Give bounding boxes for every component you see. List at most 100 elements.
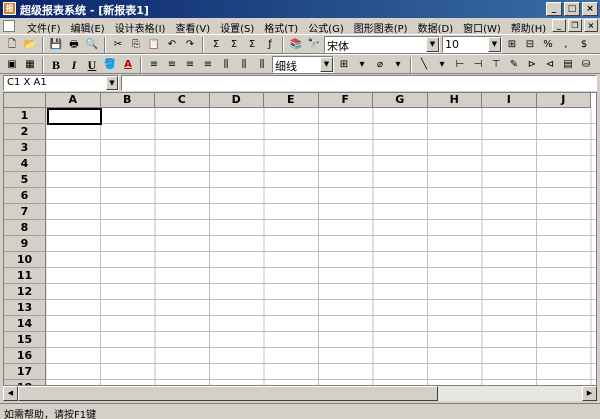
row-header[interactable]: 4 [4,156,46,172]
column-header[interactable]: F [318,93,373,108]
vertical-bottom-icon[interactable]: ⫼ [254,57,270,73]
align-center-icon[interactable]: ≡ [164,57,180,73]
delete-cell-icon[interactable]: ⊲ [542,57,558,73]
query-icon[interactable]: ◔ [596,57,600,73]
scroll-track[interactable] [18,386,582,401]
italic-button[interactable]: I [66,57,82,73]
undo-icon[interactable]: ↶ [164,37,180,53]
database-icon[interactable]: ⛁ [578,57,594,73]
redo-icon[interactable]: ↷ [182,37,198,53]
column-header[interactable]: C [155,93,210,108]
chevron-down-icon[interactable]: ▼ [426,37,439,52]
eraser-icon[interactable]: ⌀ [372,57,388,73]
align-justify-icon[interactable]: ≡ [200,57,216,73]
open-folder-icon[interactable]: 📂 [22,37,38,53]
row-header[interactable]: 1 [4,108,46,124]
thousands-format-icon[interactable]: , [558,37,574,53]
pen-icon[interactable]: ✎ [506,57,522,73]
document-icon[interactable] [3,20,15,32]
grid-mode-icon[interactable]: ▦ [22,57,38,73]
find-icon[interactable]: 🔭 [306,37,322,53]
bold-button[interactable]: B [48,57,64,73]
scroll-left-icon[interactable]: ◀ [3,386,18,401]
chevron-down-icon[interactable]: ▼ [320,57,333,72]
row-header[interactable]: 3 [4,140,46,156]
row-header[interactable]: 11 [4,268,46,284]
merge-cells-icon[interactable]: ⊞ [504,37,520,53]
line-style-select[interactable]: 细线 ▼ [272,56,334,73]
formula-input[interactable] [121,75,597,91]
diagonal-line-icon[interactable]: ╲ [416,57,432,73]
library-icon[interactable]: 📚 [288,37,304,53]
sum-column-icon[interactable]: Σ [226,37,242,53]
new-file-icon[interactable]: 🗋 [4,37,20,53]
paste-icon[interactable]: 📋 [146,37,162,53]
close-button[interactable]: × [582,2,598,16]
row-header[interactable]: 16 [4,348,46,364]
row-header[interactable]: 8 [4,220,46,236]
chevron-down-icon[interactable]: ▼ [106,76,118,90]
underline-button[interactable]: U [84,57,100,73]
fill-color-icon[interactable]: 🪣 [102,57,118,73]
column-header[interactable]: B [100,93,155,108]
horizontal-scrollbar[interactable]: ◀ ▶ [3,386,597,401]
row-header[interactable]: 10 [4,252,46,268]
insert-row-icon[interactable]: ⊢ [452,57,468,73]
scroll-right-icon[interactable]: ▶ [582,386,597,401]
row-header[interactable]: 17 [4,364,46,380]
border-icon[interactable]: ⊞ [336,57,352,73]
font-color-icon[interactable]: A [120,57,136,73]
app-icon[interactable]: 报 [3,2,16,15]
column-header[interactable]: H [427,93,482,108]
split-cells-icon[interactable]: ⊟ [522,37,538,53]
font-name-select[interactable]: 宋体 ▼ [324,36,440,53]
column-header[interactable]: J [536,93,591,108]
sum-row-icon[interactable]: Σ [244,37,260,53]
column-header[interactable]: I [482,93,537,108]
doc-restore-button[interactable]: ❐ [568,19,582,32]
doc-close-button[interactable]: × [584,19,598,32]
row-header[interactable]: 9 [4,236,46,252]
insert-column-icon[interactable]: ⊤ [488,57,504,73]
percent-format-button[interactable]: % [540,37,556,53]
font-size-select[interactable]: 10 ▼ [442,36,502,53]
chart-wizard-icon[interactable]: ▤ [560,57,576,73]
insert-cell-icon[interactable]: ⊳ [524,57,540,73]
eraser-dropdown-icon[interactable]: ▾ [390,57,406,73]
design-mode-icon[interactable]: ▣ [4,57,20,73]
maximize-button[interactable]: □ [564,2,580,16]
row-header[interactable]: 14 [4,316,46,332]
minimize-button[interactable]: _ [546,2,562,16]
active-cell-a1[interactable] [47,108,102,125]
function-icon[interactable]: ƒ [262,37,278,53]
cut-icon[interactable]: ✂ [110,37,126,53]
print-icon[interactable]: 🖶 [66,37,82,53]
copy-icon[interactable]: ⎘ [128,37,144,53]
row-header[interactable]: 7 [4,204,46,220]
row-header[interactable]: 12 [4,284,46,300]
row-header[interactable]: 5 [4,172,46,188]
column-header[interactable]: A [46,93,101,108]
name-box[interactable]: C1 X A1 ▼ [3,75,119,91]
doc-minimize-button[interactable]: _ [552,19,566,32]
print-preview-icon[interactable]: 🔍 [84,37,100,53]
column-header[interactable]: G [373,93,428,108]
select-all-corner[interactable] [4,93,46,108]
diagonal-dropdown-icon[interactable]: ▾ [434,57,450,73]
save-icon[interactable]: 💾 [48,37,64,53]
row-header[interactable]: 13 [4,300,46,316]
align-right-icon[interactable]: ≡ [182,57,198,73]
row-header[interactable]: 6 [4,188,46,204]
vertical-top-icon[interactable]: ⫼ [218,57,234,73]
sum-icon[interactable]: Σ [208,37,224,53]
chevron-down-icon[interactable]: ▼ [488,37,501,52]
row-header[interactable]: 2 [4,124,46,140]
column-header[interactable]: D [209,93,264,108]
delete-row-icon[interactable]: ⊣ [470,57,486,73]
currency-format-icon[interactable]: $ [576,37,592,53]
row-header[interactable]: 15 [4,332,46,348]
vertical-middle-icon[interactable]: ⫼ [236,57,252,73]
scroll-thumb[interactable] [18,386,438,401]
column-header[interactable]: E [264,93,319,108]
cell-area[interactable] [46,108,596,385]
